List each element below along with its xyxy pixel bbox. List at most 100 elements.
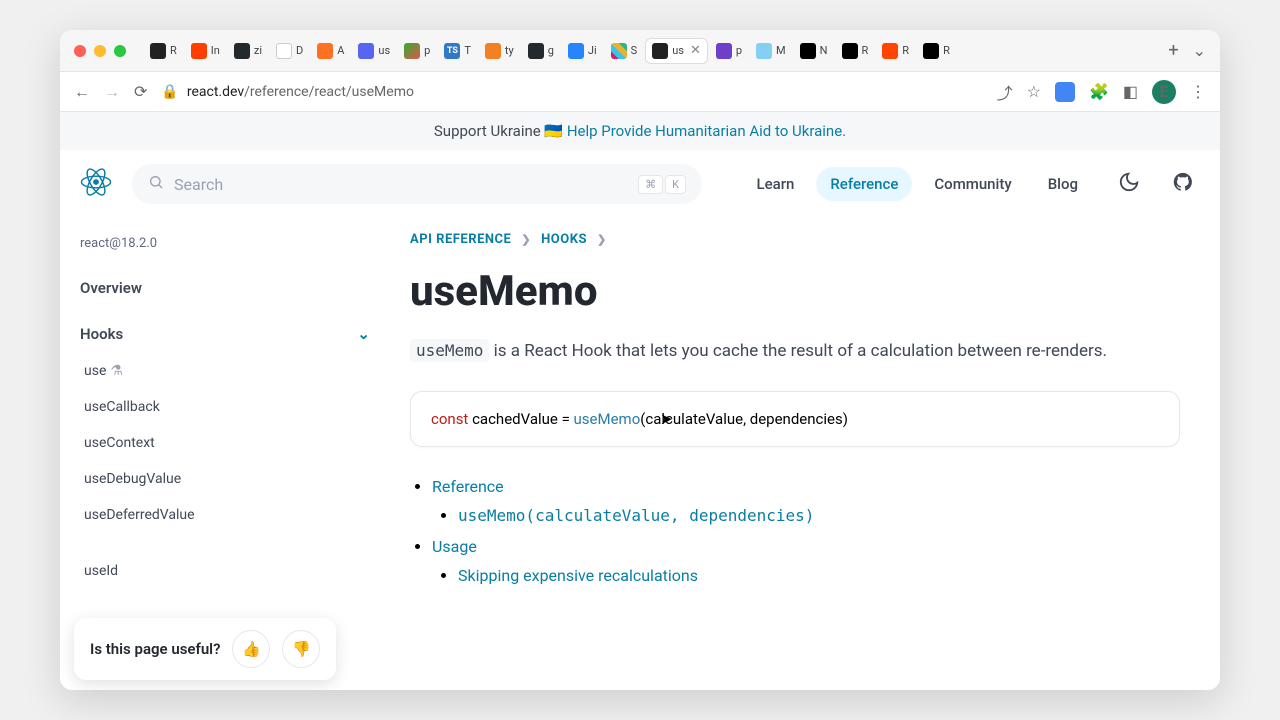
banner-text: Support Ukraine 🇺🇦 [434,122,567,140]
browser-tab[interactable]: p [398,38,436,64]
description-text: is a React Hook that lets you cache the … [489,341,1107,361]
chevron-down-icon: ⌄ [357,325,370,343]
favicon [716,43,732,59]
browser-tab[interactable]: In [185,38,226,64]
toc-reference[interactable]: Reference [432,477,504,496]
browser-tab[interactable]: D [270,38,309,64]
sidebar-item[interactable] [74,533,376,553]
favicon [800,43,816,59]
browser-tab[interactable]: us✕ [645,38,708,64]
browser-tab[interactable]: R [144,38,183,64]
thumbs-up-button[interactable]: 👍 [232,630,270,668]
sidebar-item[interactable]: useContext [74,425,376,461]
browser-tab[interactable]: ty [479,38,520,64]
breadcrumb-api[interactable]: API REFERENCE [410,232,511,247]
github-icon[interactable] [1166,165,1200,203]
table-of-contents: Reference useMemo(calculateValue, depend… [410,477,1180,585]
search-icon [148,174,164,194]
favicon [485,43,501,59]
maximize-window[interactable] [114,45,126,57]
sidebar-item[interactable]: useId [74,553,376,589]
favicon [404,43,420,59]
back-button[interactable]: ← [74,82,90,102]
article: API REFERENCE ❯ HOOKS ❯ useMemo useMemo … [390,218,1220,690]
favicon [528,43,544,59]
chevron-right-icon: ❯ [521,233,531,246]
url-field[interactable]: 🔒 react.dev/reference/react/useMemo [161,84,982,100]
window-controls [74,45,126,57]
favicon [234,43,250,59]
sidebar-item-overview[interactable]: Overview [74,269,376,307]
nav-link-reference[interactable]: Reference [816,167,912,201]
titlebar: RInziDAuspTSTtygJiSus✕pMNRRR + ⌄ [60,30,1220,72]
nav-link-learn[interactable]: Learn [742,167,808,201]
toc-usage[interactable]: Usage [432,537,477,556]
banner-link[interactable]: Help Provide Humanitarian Aid to Ukraine… [567,122,846,140]
url-path: /reference/react/useMemo [244,84,414,100]
chevron-right-icon: ❯ [597,233,607,246]
experimental-icon: ⚗ [110,363,123,379]
code-block: const cachedValue = useMemo(calculateVal… [410,391,1180,447]
browser-tab[interactable]: R [836,38,875,64]
reload-button[interactable]: ⟳ [134,82,147,101]
react-logo-icon[interactable] [80,166,112,202]
extension-icon[interactable] [1055,82,1075,102]
search-input[interactable]: Search ⌘K [132,164,702,204]
bookmark-icon[interactable]: ☆ [1027,82,1041,101]
favicon [568,43,584,59]
favicon: TS [444,43,460,59]
extensions-icon[interactable]: 🧩 [1089,82,1109,101]
share-icon[interactable]: ⤴ [997,80,1013,104]
browser-tab[interactable]: us [352,38,396,64]
close-window[interactable] [74,45,86,57]
browser-tab[interactable]: R [876,38,915,64]
browser-tab[interactable]: Ji [562,38,603,64]
page-content: Support Ukraine 🇺🇦 Help Provide Humanita… [60,112,1220,690]
browser-tab[interactable]: A [311,38,350,64]
search-placeholder: Search [174,175,223,194]
new-tab-button[interactable]: + [1162,40,1184,61]
browser-tab[interactable]: S [605,38,644,64]
minimize-window[interactable] [94,45,106,57]
forward-button[interactable]: → [104,82,120,102]
favicon [317,43,333,59]
sidebar-section-hooks[interactable]: Hooks ⌄ [74,315,376,353]
theme-toggle-icon[interactable] [1112,165,1146,203]
favicon [923,43,939,59]
nav-link-blog[interactable]: Blog [1034,167,1092,201]
browser-window: RInziDAuspTSTtygJiSus✕pMNRRR + ⌄ ← → ⟳ 🔒… [60,30,1220,690]
close-tab-icon[interactable]: ✕ [690,44,701,57]
profile-avatar[interactable]: E [1152,80,1176,104]
toc-usage-1[interactable]: Skipping expensive recalculations [458,566,698,585]
favicon [756,43,772,59]
sidebar-item[interactable]: useDeferredValue [74,497,376,533]
site-header: Search ⌘K LearnReferenceCommunity Blog [60,150,1220,218]
menu-icon[interactable]: ⋮ [1190,82,1206,101]
browser-tab[interactable]: M [750,38,792,64]
browser-tab[interactable]: g [522,38,560,64]
sidebar-item[interactable]: useDebugValue [74,461,376,497]
react-version[interactable]: react@18.2.0 [74,232,376,255]
sidepanel-icon[interactable]: ◧ [1123,82,1138,101]
breadcrumb: API REFERENCE ❯ HOOKS ❯ [410,232,1180,247]
favicon [150,43,166,59]
thumbs-down-button[interactable]: 👎 [282,630,320,668]
feedback-question: Is this page useful? [90,640,220,658]
nav-link-community[interactable]: Community [920,167,1025,201]
nav-links: LearnReferenceCommunity Blog [742,167,1092,201]
browser-tab[interactable]: N [794,38,834,64]
toc-reference-sig[interactable]: useMemo(calculateValue, dependencies) [458,506,814,525]
breadcrumb-hooks[interactable]: HOOKS [541,232,587,247]
browser-tab[interactable]: TST [438,38,477,64]
browser-tab[interactable]: p [710,38,748,64]
sidebar-item[interactable]: use⚗ [74,353,376,389]
tabs-dropdown-icon[interactable]: ⌄ [1193,41,1206,60]
sidebar-item[interactable]: useCallback [74,389,376,425]
browser-tab[interactable]: R [917,38,956,64]
sidebar: react@18.2.0 Overview Hooks ⌄ use⚗useCal… [60,218,390,690]
lock-icon: 🔒 [161,84,178,100]
favicon [842,43,858,59]
favicon [611,43,627,59]
page-description: useMemo is a React Hook that lets you ca… [410,338,1180,365]
browser-tab[interactable]: zi [228,38,268,64]
